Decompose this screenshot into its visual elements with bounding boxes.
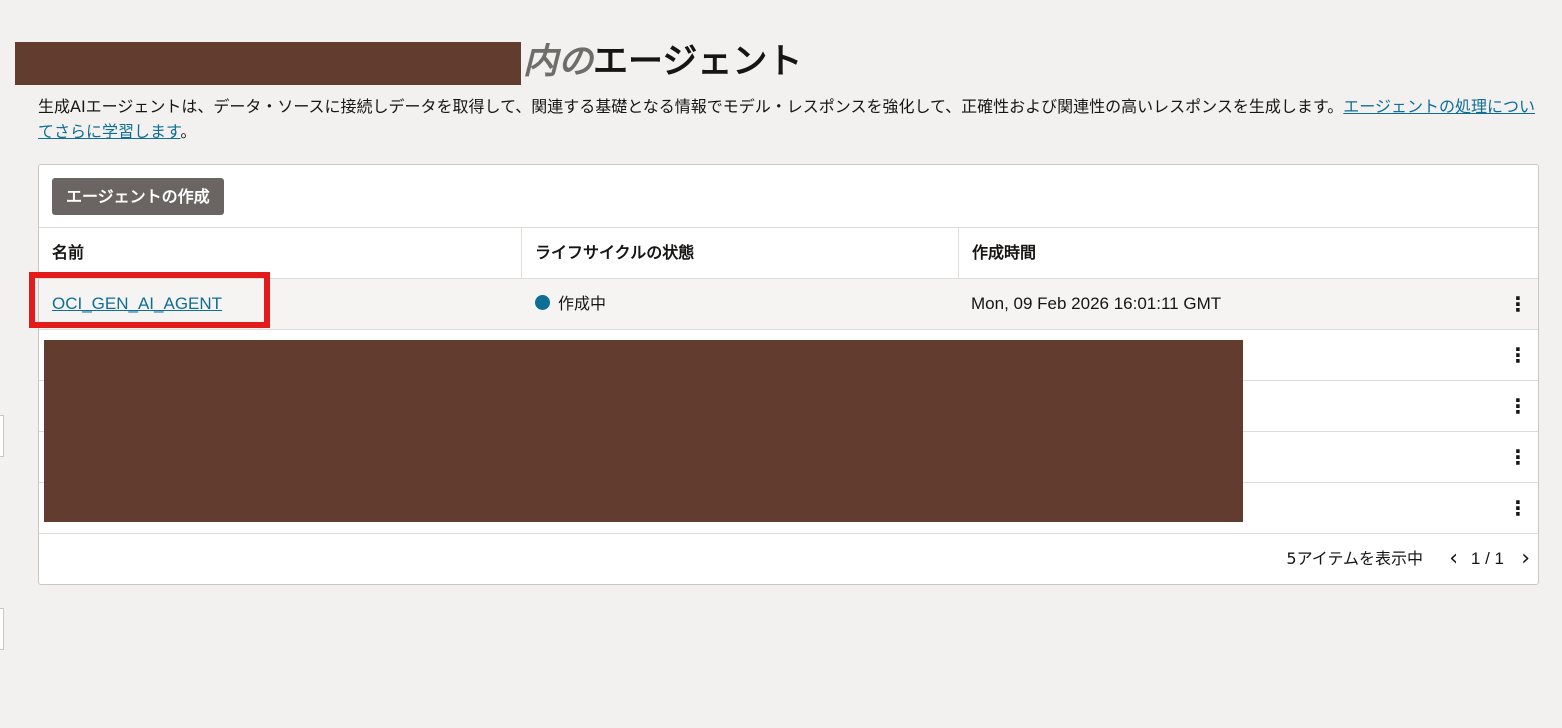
table-toolbar: エージェントの作成: [39, 165, 1538, 228]
chevron-left-icon[interactable]: ‹: [1449, 534, 1458, 584]
lifecycle-state-label: 作成中: [558, 294, 607, 313]
status-dot-icon: [535, 295, 550, 310]
description-text: 生成AIエージェントは、データ・ソースに接続しデータを取得して、関連する基礎とな…: [38, 97, 1344, 116]
side-panel-edge: [0, 608, 4, 650]
row-actions-menu-icon[interactable]: ⋮: [1508, 330, 1528, 380]
side-panel-edge: [0, 415, 4, 457]
redacted-compartment-name: [15, 42, 521, 85]
chevron-right-icon[interactable]: ›: [1521, 534, 1530, 584]
page-title-prefix: 内の: [523, 42, 594, 82]
column-header-created-time[interactable]: 作成時間: [959, 228, 1539, 278]
row-actions-menu-icon[interactable]: ⋮: [1508, 381, 1528, 431]
table-footer: 5アイテムを表示中 ‹ 1 / 1 ›: [39, 534, 1538, 584]
row-actions-menu-icon[interactable]: ⋮: [1508, 483, 1528, 533]
lifecycle-state-cell: 作成中: [535, 279, 606, 329]
row-actions-menu-icon[interactable]: ⋮: [1508, 432, 1528, 482]
row-actions-menu-icon[interactable]: ⋮: [1508, 279, 1528, 329]
annotation-highlight-box: [29, 272, 270, 328]
created-time-cell: Mon, 09 Feb 2026 16:01:11 GMT: [971, 294, 1222, 313]
create-agent-button[interactable]: エージェントの作成: [52, 178, 224, 215]
redacted-rows: [44, 340, 1243, 522]
column-header-name[interactable]: 名前: [39, 228, 522, 278]
item-count-label: 5アイテムを表示中: [1286, 549, 1423, 568]
page-title-text: エージェント: [593, 42, 803, 82]
page-title: 内のエージェント: [523, 40, 802, 84]
page-description: 生成AIエージェントは、データ・ソースに接続しデータを取得して、関連する基礎とな…: [38, 94, 1538, 144]
page-indicator: 1 / 1: [1470, 549, 1504, 568]
column-header-lifecycle-state[interactable]: ライフサイクルの状態: [522, 228, 959, 278]
description-suffix: 。: [180, 122, 197, 141]
